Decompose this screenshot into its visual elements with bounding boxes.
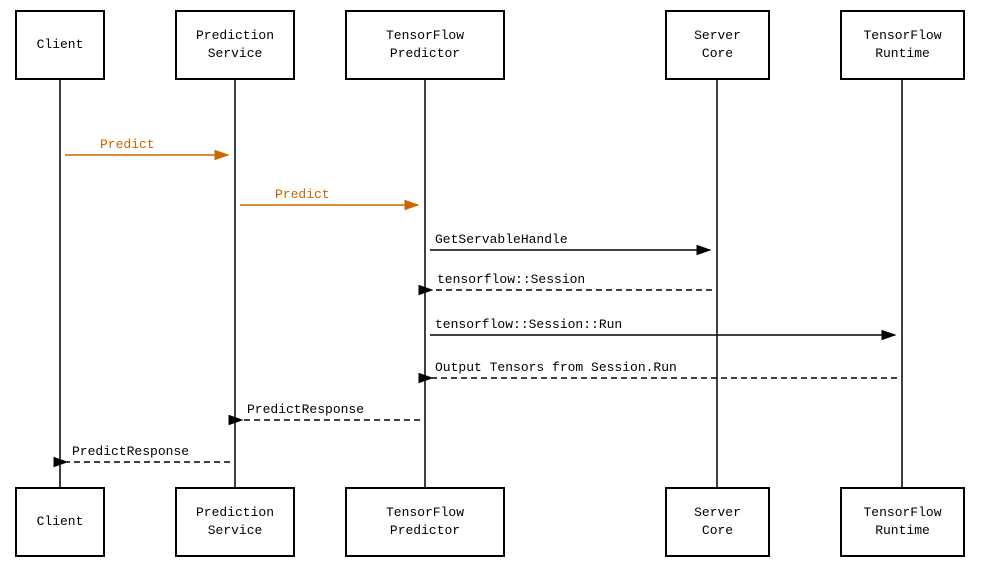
svg-text:tensorflow::Session::Run: tensorflow::Session::Run [435,317,622,332]
prediction-service-bottom-box: PredictionService [175,487,295,557]
svg-text:Predict: Predict [100,137,155,152]
server-core-top-label: ServerCore [694,27,741,63]
client-top-box: Client [15,10,105,80]
sequence-diagram: Predict Predict GetServableHandle tensor… [0,0,984,567]
svg-text:Output Tensors from Session.Ru: Output Tensors from Session.Run [435,360,677,375]
tensorflow-runtime-top-box: TensorFlowRuntime [840,10,965,80]
arrows-svg: Predict Predict GetServableHandle tensor… [0,0,984,567]
client-bottom-label: Client [37,513,84,531]
tensorflow-runtime-bottom-box: TensorFlowRuntime [840,487,965,557]
tensorflow-runtime-top-label: TensorFlowRuntime [863,27,941,63]
tensorflow-predictor-bottom-label: TensorFlow Predictor [347,504,503,540]
svg-text:PredictResponse: PredictResponse [72,444,189,459]
tensorflow-predictor-top-box: TensorFlow Predictor [345,10,505,80]
client-bottom-box: Client [15,487,105,557]
server-core-bottom-box: ServerCore [665,487,770,557]
prediction-service-top-box: PredictionService [175,10,295,80]
tensorflow-runtime-bottom-label: TensorFlowRuntime [863,504,941,540]
tensorflow-predictor-bottom-box: TensorFlow Predictor [345,487,505,557]
tensorflow-predictor-top-label: TensorFlow Predictor [347,27,503,63]
server-core-top-box: ServerCore [665,10,770,80]
svg-text:Predict: Predict [275,187,330,202]
svg-text:PredictResponse: PredictResponse [247,402,364,417]
svg-text:GetServableHandle: GetServableHandle [435,232,568,247]
client-top-label: Client [37,36,84,54]
prediction-service-bottom-label: PredictionService [196,504,274,540]
svg-text:tensorflow::Session: tensorflow::Session [437,272,585,287]
prediction-service-top-label: PredictionService [196,27,274,63]
server-core-bottom-label: ServerCore [694,504,741,540]
